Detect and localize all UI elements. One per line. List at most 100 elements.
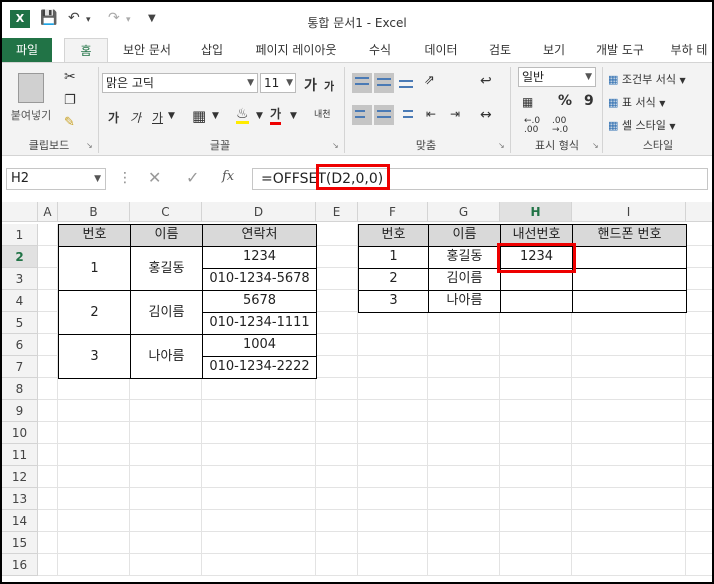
grid-cell[interactable] bbox=[38, 290, 58, 312]
grid-cell[interactable] bbox=[500, 532, 572, 554]
grid-cell[interactable] bbox=[500, 554, 572, 576]
cut-icon[interactable]: ✂ bbox=[64, 69, 76, 85]
grid-cell[interactable] bbox=[686, 312, 712, 334]
grid-cell[interactable] bbox=[500, 334, 572, 356]
grid-cell[interactable] bbox=[130, 532, 202, 554]
row-header[interactable]: 2 bbox=[2, 246, 38, 268]
grid-cell[interactable] bbox=[58, 466, 130, 488]
table2-name-cell[interactable]: 나아름 bbox=[428, 290, 501, 313]
grid-cell[interactable] bbox=[130, 554, 202, 576]
grid-cell[interactable] bbox=[130, 466, 202, 488]
table2-header-num[interactable]: 번호 bbox=[358, 224, 429, 247]
grid-cell[interactable] bbox=[358, 444, 428, 466]
grid-cell[interactable] bbox=[500, 466, 572, 488]
table1-phone-cell[interactable]: 010-1234-5678 bbox=[202, 268, 317, 291]
grid-cell[interactable] bbox=[686, 554, 712, 576]
table2-num-cell[interactable]: 1 bbox=[358, 246, 429, 269]
row-header[interactable]: 7 bbox=[2, 356, 38, 378]
grid-cell[interactable] bbox=[316, 356, 358, 378]
increase-decimal-icon[interactable]: ←.0.00 bbox=[524, 117, 540, 135]
grid-cell[interactable] bbox=[500, 356, 572, 378]
font-color-button[interactable]: 가 bbox=[270, 107, 282, 125]
percent-button[interactable]: % bbox=[558, 93, 572, 109]
currency-icon[interactable]: ▦ bbox=[522, 95, 533, 109]
grid-cell[interactable] bbox=[316, 224, 358, 246]
row-header[interactable]: 3 bbox=[2, 268, 38, 290]
tab-formulas[interactable]: 수식 bbox=[358, 38, 402, 62]
grid-cell[interactable] bbox=[38, 224, 58, 246]
grid-cell[interactable] bbox=[202, 532, 316, 554]
format-painter-icon[interactable]: ✎ bbox=[64, 115, 75, 130]
grid-cell[interactable] bbox=[316, 510, 358, 532]
row-header[interactable]: 11 bbox=[2, 444, 38, 466]
column-header-h[interactable]: H bbox=[500, 202, 572, 222]
phonetic-button[interactable]: 내천 bbox=[314, 107, 331, 120]
grid-cell[interactable] bbox=[358, 400, 428, 422]
grid-cell[interactable] bbox=[500, 422, 572, 444]
grid-cell[interactable] bbox=[428, 466, 500, 488]
grid-cell[interactable] bbox=[58, 400, 130, 422]
tab-file[interactable]: 파일 bbox=[2, 38, 52, 62]
table1-name-cell[interactable]: 김이름 bbox=[130, 290, 203, 335]
row-header[interactable]: 5 bbox=[2, 312, 38, 334]
orientation-icon[interactable]: ⇗ bbox=[424, 73, 435, 88]
table2-name-cell[interactable]: 김이름 bbox=[428, 268, 501, 291]
table1-num-cell[interactable]: 2 bbox=[58, 290, 131, 335]
table1-header-contact[interactable]: 연락처 bbox=[202, 224, 317, 247]
grid-cell[interactable] bbox=[58, 488, 130, 510]
copy-icon[interactable]: ❐ bbox=[64, 93, 76, 108]
grid-cell[interactable] bbox=[500, 510, 572, 532]
grid-cell[interactable] bbox=[358, 378, 428, 400]
grid-cell[interactable] bbox=[358, 532, 428, 554]
grid-cell[interactable] bbox=[686, 510, 712, 532]
column-header-e[interactable]: E bbox=[316, 202, 358, 222]
grid-cell[interactable] bbox=[316, 246, 358, 268]
grid-cell[interactable] bbox=[358, 554, 428, 576]
decrease-indent-icon[interactable]: ⇤ bbox=[426, 107, 436, 121]
grid-cell[interactable] bbox=[38, 312, 58, 334]
grid-cell[interactable] bbox=[58, 532, 130, 554]
grid-cell[interactable] bbox=[58, 422, 130, 444]
borders-icon[interactable]: ▦ bbox=[192, 107, 206, 125]
grid-cell[interactable] bbox=[428, 488, 500, 510]
row-header[interactable]: 12 bbox=[2, 466, 38, 488]
grid-cell[interactable] bbox=[358, 510, 428, 532]
fill-color-icon[interactable]: ♨ bbox=[236, 107, 249, 124]
grid-cell[interactable] bbox=[686, 356, 712, 378]
table2-phone-cell[interactable] bbox=[572, 290, 687, 313]
conditional-format-button[interactable]: ▦ 조건부 서식 ▼ bbox=[608, 71, 686, 87]
grid-cell[interactable] bbox=[686, 488, 712, 510]
grid-cell[interactable] bbox=[686, 290, 712, 312]
table1-ext-cell[interactable]: 1234 bbox=[202, 246, 317, 269]
table1-name-cell[interactable]: 나아름 bbox=[130, 334, 203, 379]
grid-cell[interactable] bbox=[428, 400, 500, 422]
grid-cell[interactable] bbox=[130, 444, 202, 466]
row-header[interactable]: 4 bbox=[2, 290, 38, 312]
table2-phone-cell[interactable] bbox=[572, 268, 687, 291]
wrap-text-icon[interactable]: ↩ bbox=[480, 73, 492, 89]
grid-cell[interactable] bbox=[428, 510, 500, 532]
table2-num-cell[interactable]: 2 bbox=[358, 268, 429, 291]
grid-cell[interactable] bbox=[130, 400, 202, 422]
grid-cell[interactable] bbox=[58, 510, 130, 532]
grid-cell[interactable] bbox=[38, 378, 58, 400]
chevron-down-icon[interactable]: ▼ bbox=[168, 111, 175, 121]
grid-cell[interactable] bbox=[428, 334, 500, 356]
grid-cell[interactable] bbox=[202, 400, 316, 422]
grid-cell[interactable] bbox=[572, 422, 686, 444]
insert-function-icon[interactable]: fx bbox=[222, 169, 234, 184]
decrease-decimal-icon[interactable]: .00 →.0 bbox=[552, 117, 568, 135]
grid-cell[interactable] bbox=[686, 422, 712, 444]
alignment-launcher-icon[interactable]: ↘ bbox=[498, 141, 505, 150]
grid-cell[interactable] bbox=[316, 466, 358, 488]
grid-cell[interactable] bbox=[572, 378, 686, 400]
align-right-icon[interactable] bbox=[396, 105, 416, 125]
grid-cell[interactable] bbox=[428, 422, 500, 444]
grid-cell[interactable] bbox=[500, 378, 572, 400]
grid-cell[interactable] bbox=[572, 312, 686, 334]
grid-cell[interactable] bbox=[572, 510, 686, 532]
table1-phone-cell[interactable]: 010-1234-2222 bbox=[202, 356, 317, 379]
table1-name-cell[interactable]: 홍길동 bbox=[130, 246, 203, 291]
shrink-font-button[interactable]: 가 bbox=[324, 78, 334, 94]
grid-cell[interactable] bbox=[316, 268, 358, 290]
